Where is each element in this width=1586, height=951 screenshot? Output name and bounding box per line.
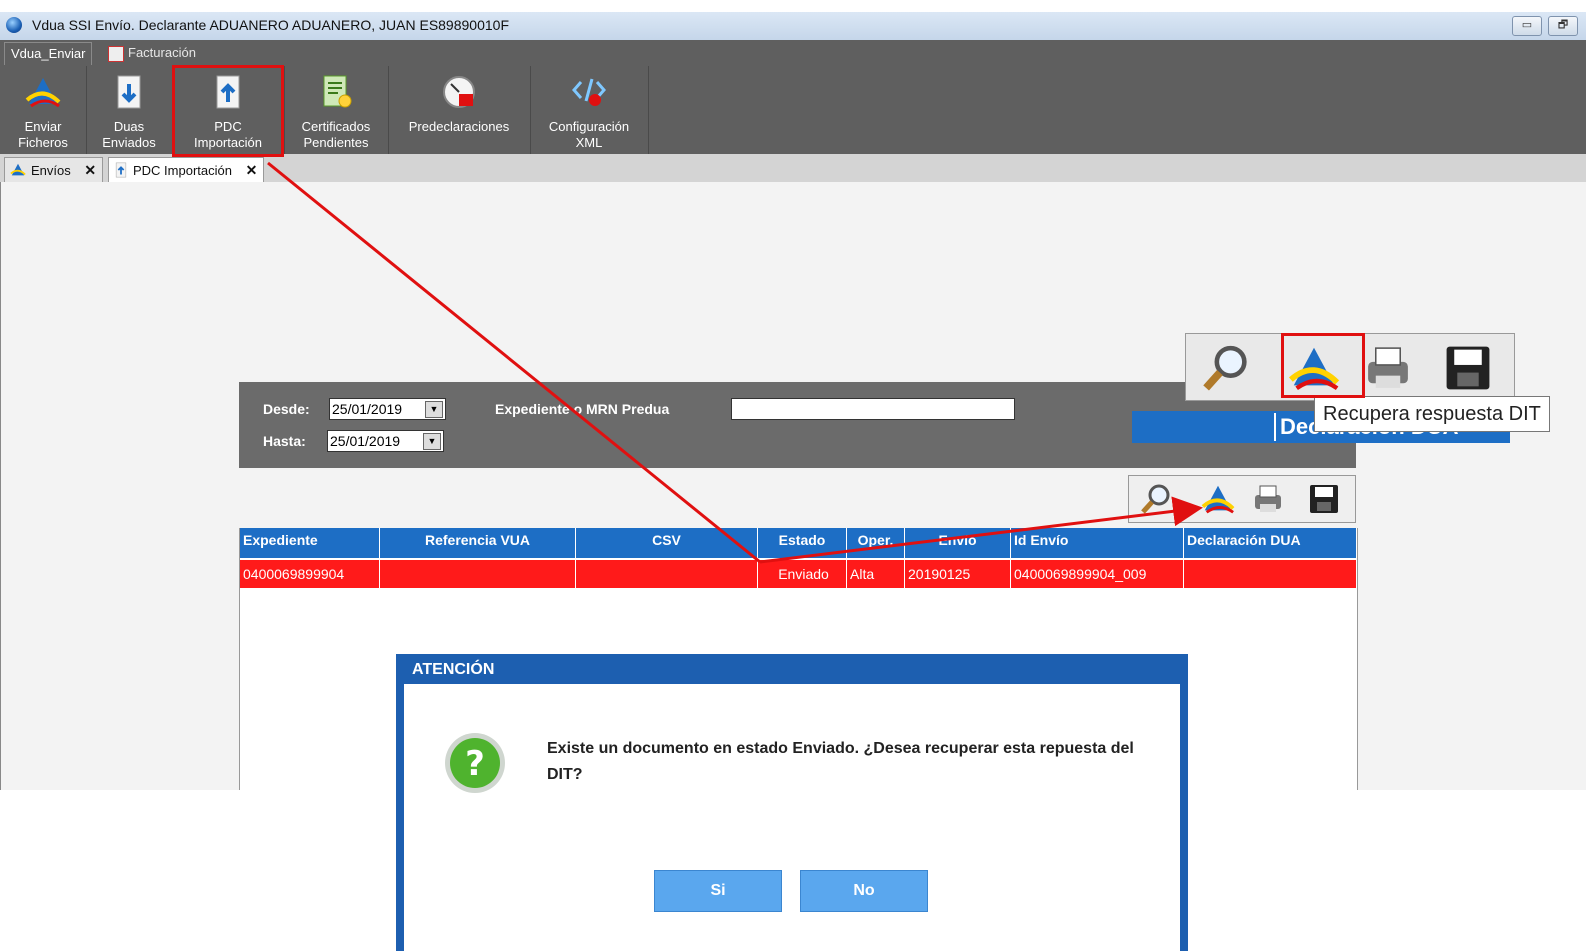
tab-pdc-importacion-label: PDC Importación (133, 163, 232, 178)
expediente-label: Expediente o MRN Predua (495, 401, 670, 417)
minimize-button[interactable]: ▭ (1512, 16, 1542, 36)
print-icon[interactable] (1362, 342, 1414, 394)
col-estado[interactable]: Estado (758, 528, 847, 558)
configuracion-xml-button[interactable]: Configuración XML (530, 66, 649, 154)
yes-button[interactable]: Si (654, 870, 782, 912)
cell-csv (576, 560, 758, 588)
cell-id-envio: 0400069899904_009 (1011, 560, 1184, 588)
search-icon[interactable] (1200, 342, 1252, 394)
col-declaracion-dua[interactable]: Declaración DUA (1184, 528, 1357, 558)
desde-date-value: 25/01/2019 (332, 401, 403, 417)
enviar-ficheros-label: Enviar Ficheros (18, 119, 68, 150)
confirm-dialog: ATENCIÓN ? Existe un documento en estado… (396, 654, 1188, 951)
invoice-icon (108, 46, 124, 62)
gauge-icon (443, 76, 475, 108)
question-icon: ? (445, 733, 505, 793)
window-titlebar: Vdua SSI Envío. Declarante ADUANERO ADUA… (0, 12, 1586, 41)
chevron-down-icon[interactable]: ▼ (423, 433, 441, 450)
dialog-title: ATENCIÓN (412, 661, 495, 678)
window-title: Vdua SSI Envío. Declarante ADUANERO ADUA… (32, 17, 509, 33)
col-csv[interactable]: CSV (576, 528, 758, 558)
cell-estado: Enviado (758, 560, 847, 588)
col-referencia-vua[interactable]: Referencia VUA (380, 528, 576, 558)
close-icon[interactable]: ✕ (84, 162, 96, 178)
predeclaraciones-button[interactable]: Predeclaraciones (388, 66, 531, 154)
document-download-icon (117, 75, 141, 109)
configuracion-xml-label: Configuración XML (548, 119, 630, 150)
print-icon[interactable] (1251, 482, 1285, 516)
predeclaraciones-label: Predeclaraciones (408, 119, 510, 134)
ribbon-tab-vdua-enviar[interactable]: Vdua_Enviar (4, 42, 93, 65)
enviar-ficheros-button[interactable]: Enviar Ficheros (0, 66, 87, 154)
ribbon-tab-facturacion-label: Facturación (128, 45, 196, 60)
aeat-recover-icon[interactable] (1201, 482, 1235, 516)
desde-label: Desde: (263, 401, 310, 417)
ribbon-tab-facturacion[interactable]: Facturación (104, 42, 202, 64)
cell-oper: Alta (847, 560, 905, 588)
save-icon[interactable] (1442, 342, 1494, 394)
close-icon[interactable]: ✕ (246, 162, 258, 178)
save-icon[interactable] (1307, 482, 1341, 516)
certificados-pendientes-label: Certificados Pendientes (301, 119, 371, 150)
dialog-body: ? Existe un documento en estado Enviado.… (404, 684, 1180, 951)
highlight-recover-button (1281, 333, 1365, 398)
document-tabs: Envíos ✕ PDC Importación ✕ (0, 154, 1586, 183)
col-expediente[interactable]: Expediente (240, 528, 380, 558)
dialog-message: Existe un documento en estado Enviado. ¿… (547, 740, 1134, 783)
cell-declaracion-dua (1184, 560, 1357, 588)
aeat-logo-icon (25, 78, 61, 108)
col-id-envio[interactable]: Id Envío (1011, 528, 1184, 558)
certificados-pendientes-button[interactable]: Certificados Pendientes (284, 66, 389, 154)
no-button[interactable]: No (800, 870, 928, 912)
app-icon (6, 17, 22, 33)
tooltip: Recupera respuesta DIT (1314, 396, 1550, 432)
col-oper[interactable]: Oper. (847, 528, 905, 558)
cell-expediente: 0400069899904 (240, 560, 380, 588)
cell-referencia-vua (380, 560, 576, 588)
restore-button[interactable]: 🗗 (1548, 16, 1578, 36)
duas-enviados-button[interactable]: Duas Enviados (86, 66, 173, 154)
desde-date-field[interactable]: 25/01/2019 ▼ (329, 398, 446, 420)
tab-envios[interactable]: Envíos ✕ (4, 157, 104, 182)
duas-enviados-label: Duas Enviados (102, 119, 156, 150)
col-envio[interactable]: Envío (905, 528, 1011, 558)
certificate-icon (323, 75, 352, 108)
tab-pdc-importacion[interactable]: PDC Importación ✕ (108, 157, 265, 182)
grid-toolbar (1128, 475, 1356, 523)
expediente-input[interactable] (731, 398, 1015, 420)
chevron-down-icon[interactable]: ▼ (425, 401, 443, 418)
hasta-label: Hasta: (263, 433, 306, 449)
aeat-logo-icon (10, 163, 26, 176)
tab-envios-label: Envíos (31, 163, 71, 178)
hasta-date-field[interactable]: 25/01/2019 ▼ (327, 430, 444, 452)
hasta-date-value: 25/01/2019 (330, 433, 401, 449)
svg-text:?: ? (465, 744, 485, 784)
cell-envio: 20190125 (905, 560, 1011, 588)
document-upload-icon (115, 162, 127, 178)
xml-config-icon (572, 78, 606, 106)
highlight-pdc-importacion (172, 65, 284, 157)
search-icon[interactable] (1139, 482, 1173, 516)
